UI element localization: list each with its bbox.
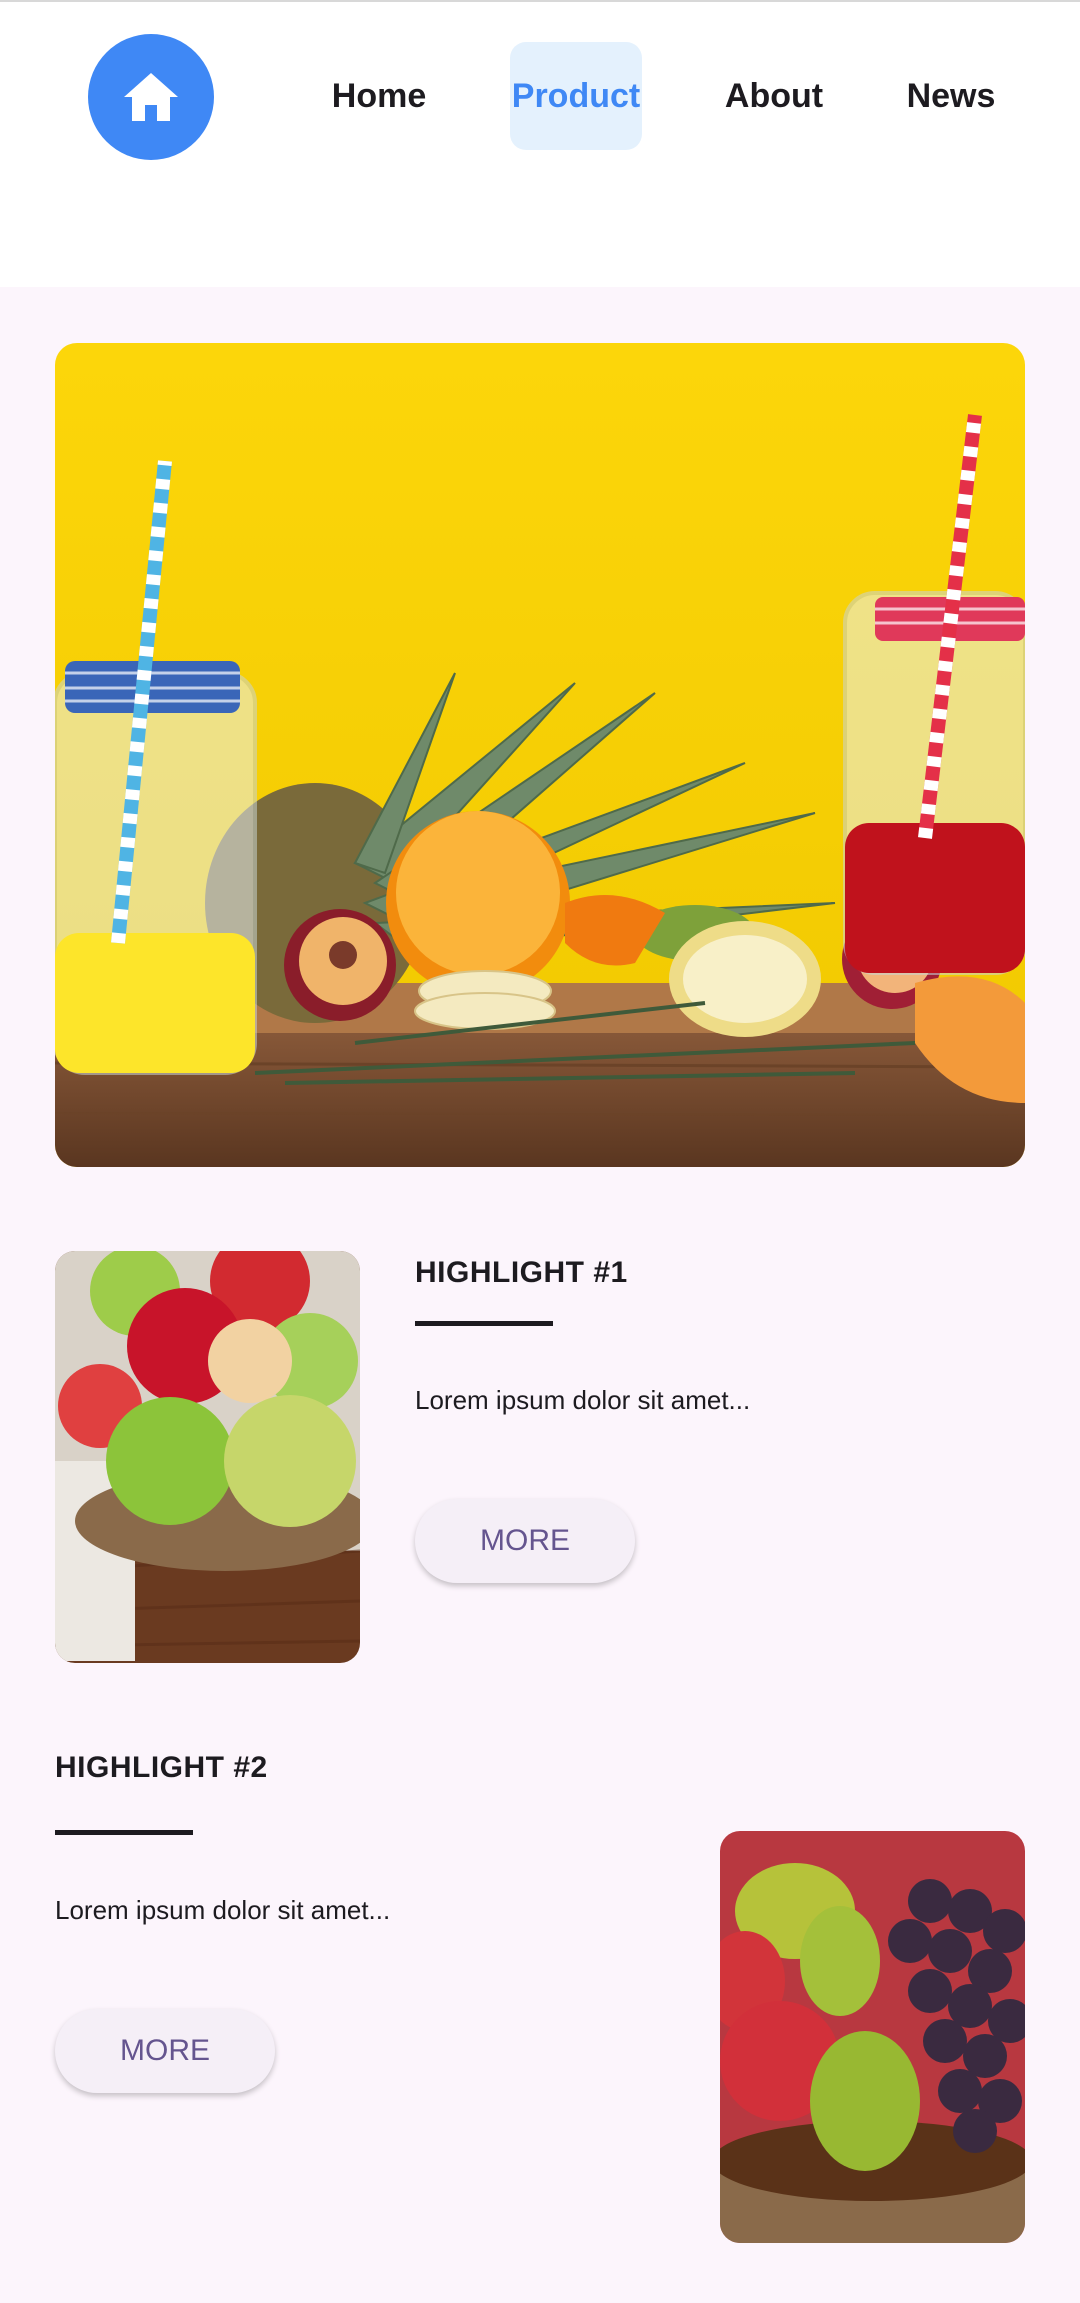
nav-home[interactable]: Home	[320, 42, 438, 150]
home-logo-button[interactable]	[88, 34, 214, 160]
highlight-2-divider	[55, 1830, 193, 1835]
highlight-2-more-button[interactable]: MORE	[55, 2009, 275, 2093]
highlight-1-title: HIGHLIGHT #1	[415, 1256, 628, 1289]
pears-grapes-illustration	[720, 1831, 1025, 2243]
top-nav-bar: Home Product About News	[0, 0, 1080, 287]
highlight-1-more-button[interactable]: MORE	[415, 1499, 635, 1583]
nav-about[interactable]: About	[716, 42, 832, 150]
highlight-2-image	[720, 1831, 1025, 2243]
fruit-juice-illustration	[55, 343, 1025, 1167]
highlight-1-divider	[415, 1321, 553, 1326]
apples-basket-illustration	[55, 1251, 360, 1663]
nav-product[interactable]: Product	[510, 42, 642, 150]
home-icon	[124, 73, 178, 121]
highlight-1-body: Lorem ipsum dolor sit amet...	[415, 1385, 751, 1415]
highlight-2-title: HIGHLIGHT #2	[55, 1751, 268, 1784]
highlight-1-image	[55, 1251, 360, 1663]
hero-image	[55, 343, 1025, 1167]
nav-news[interactable]: News	[896, 42, 1006, 150]
highlight-2-body: Lorem ipsum dolor sit amet...	[55, 1895, 391, 1925]
